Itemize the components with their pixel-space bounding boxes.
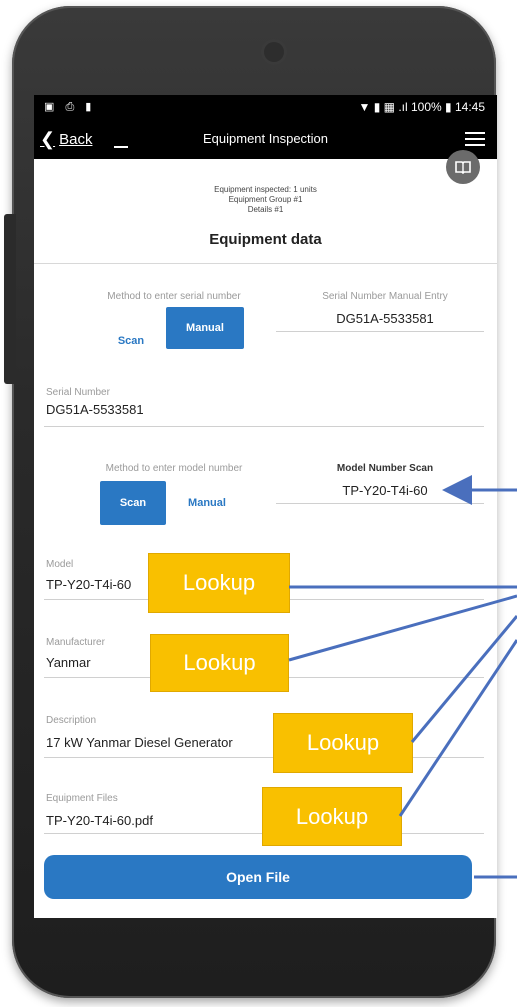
annotation-arrows: [288, 475, 517, 879]
arrow-line-manufacturer: [288, 594, 517, 662]
arrow-line-description: [410, 615, 517, 743]
arrow-line-equipment-files: [398, 639, 517, 817]
